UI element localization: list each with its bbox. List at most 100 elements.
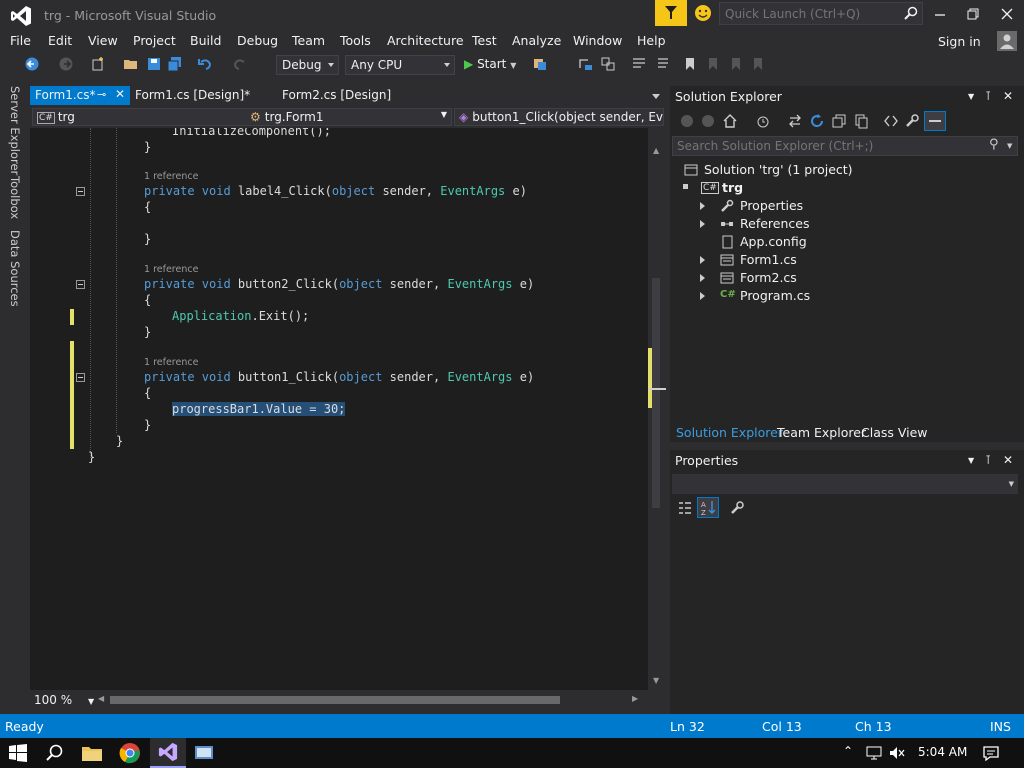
collapse-toggle-icon[interactable] (76, 280, 85, 289)
panel-menu-chevron-icon[interactable]: ▼ (968, 92, 974, 101)
taskbar-visual-studio-button[interactable] (150, 738, 186, 768)
collapsed-arrow-icon[interactable] (700, 220, 705, 228)
refresh-icon[interactable] (809, 113, 825, 129)
app-designer-icon[interactable] (193, 743, 215, 763)
configuration-dropdown[interactable]: Debug (276, 55, 339, 75)
show-hidden-icons-chevron-icon[interactable]: ⌃ (843, 744, 853, 758)
undo-icon[interactable] (197, 56, 213, 72)
class-dropdown[interactable]: ⚙ trg.Form1 ▼ (246, 108, 452, 126)
server-explorer-tab[interactable]: Server Explorer (8, 86, 22, 175)
uncomment-lines-icon[interactable] (654, 56, 670, 72)
collapsed-arrow-icon[interactable] (700, 292, 705, 300)
step-over-icon[interactable] (578, 56, 594, 72)
horizontal-scrollbar-thumb[interactable] (110, 696, 560, 704)
reference-codelens[interactable]: 1 reference (144, 264, 198, 275)
zoom-level[interactable]: 100 % ▼ (34, 693, 94, 707)
notifications-flag-icon[interactable] (655, 0, 687, 26)
tab-class-view[interactable]: Class View (861, 425, 928, 440)
home-icon[interactable] (722, 113, 738, 129)
data-sources-tab[interactable]: Data Sources (8, 230, 22, 307)
reference-codelens[interactable]: 1 reference (144, 171, 198, 182)
sync-with-document-icon[interactable] (787, 113, 803, 129)
selected-statement[interactable]: progressBar1.Value = 30; (172, 402, 346, 416)
action-center-icon[interactable] (982, 744, 1000, 762)
editor-vertical-scrollbar[interactable]: ▲ ▼ (648, 128, 666, 690)
navigate-back-icon[interactable] (24, 56, 40, 72)
alphabetical-sort-button[interactable]: AZ (697, 497, 719, 518)
scroll-down-icon[interactable]: ▼ (653, 676, 659, 685)
search-icon[interactable] (904, 6, 918, 20)
scroll-up-icon[interactable]: ▲ (653, 146, 659, 155)
quick-launch-box[interactable] (719, 2, 923, 25)
tab-form1-cs[interactable]: Form1.cs* ⊸ ✕ (30, 86, 130, 105)
pending-changes-filter-icon[interactable] (755, 113, 771, 129)
tab-overflow-chevron-icon[interactable] (652, 94, 660, 99)
menu-build[interactable]: Build (190, 33, 221, 48)
member-dropdown[interactable]: ◈ button1_Click(object sender, Eve (454, 108, 664, 126)
previous-bookmark-icon[interactable] (705, 56, 721, 72)
close-icon[interactable] (999, 6, 1015, 22)
collapsed-arrow-icon[interactable] (700, 274, 705, 282)
forward-icon[interactable] (701, 114, 715, 128)
code-area[interactable]: InitializeComponent(); } 1 reference pri… (30, 128, 648, 690)
menu-project[interactable]: Project (133, 33, 176, 48)
volume-muted-icon[interactable] (888, 745, 906, 761)
collapse-all-icon[interactable] (831, 113, 847, 129)
search-icon[interactable] (45, 743, 65, 763)
preview-selected-items-button[interactable] (924, 111, 946, 131)
chrome-icon[interactable] (119, 742, 141, 764)
solution-search-box[interactable]: ⚲ ▼ (672, 136, 1018, 156)
scroll-left-icon[interactable]: ◀ (98, 694, 104, 703)
solution-search-input[interactable] (673, 137, 983, 155)
menu-view[interactable]: View (88, 33, 118, 48)
reference-codelens[interactable]: 1 reference (144, 357, 198, 368)
network-icon[interactable] (865, 745, 883, 761)
open-file-icon[interactable] (123, 56, 139, 72)
categorized-icon[interactable] (677, 500, 693, 516)
project-node[interactable]: trg (722, 180, 743, 195)
tree-item-form1[interactable]: Form1.cs (740, 252, 797, 267)
tree-item-form2[interactable]: Form2.cs (740, 270, 797, 285)
file-explorer-icon[interactable] (81, 743, 103, 763)
search-options-chevron-icon[interactable]: ▼ (1007, 142, 1012, 150)
tree-item-app-config[interactable]: App.config (740, 234, 807, 249)
search-icon[interactable]: ⚲ (989, 137, 999, 152)
tab-form1-design[interactable]: Form1.cs [Design]* (130, 86, 255, 105)
scrollbar-thumb[interactable] (652, 278, 660, 508)
bookmark-icon[interactable] (682, 56, 698, 72)
object-selector-dropdown[interactable]: ▼ (672, 474, 1018, 494)
next-bookmark-icon[interactable] (728, 56, 744, 72)
windows-start-icon[interactable] (8, 743, 28, 763)
save-icon[interactable] (146, 56, 162, 72)
toolbox-tab[interactable]: Toolbox (8, 176, 22, 219)
menu-debug[interactable]: Debug (237, 33, 278, 48)
menu-file[interactable]: File (10, 33, 31, 48)
close-panel-icon[interactable]: ✕ (1003, 89, 1013, 103)
platform-dropdown[interactable]: Any CPU (345, 55, 455, 75)
properties-wrench-icon[interactable] (904, 113, 920, 129)
solution-node[interactable]: Solution 'trg' (1 project) (704, 162, 853, 177)
pin-icon[interactable]: ⊸ (97, 88, 106, 101)
tab-form2-design[interactable]: Form2.cs [Design] (277, 86, 396, 105)
quick-launch-input[interactable] (720, 3, 900, 24)
menu-architecture[interactable]: Architecture (387, 33, 464, 48)
menu-analyze[interactable]: Analyze (512, 33, 561, 48)
minimize-icon[interactable] (932, 6, 948, 22)
tab-team-explorer[interactable]: Team Explorer (777, 425, 866, 440)
start-debugging-button[interactable]: ▶ Start ▼ (464, 57, 516, 71)
code-editor[interactable]: InitializeComponent(); } 1 reference pri… (30, 128, 648, 690)
menu-help[interactable]: Help (637, 33, 666, 48)
collapsed-arrow-icon[interactable] (700, 202, 705, 210)
back-icon[interactable] (680, 114, 694, 128)
send-feedback-smiley-icon[interactable] (694, 4, 712, 22)
tree-item-program[interactable]: Program.cs (740, 288, 810, 303)
clear-bookmarks-icon[interactable] (750, 56, 766, 72)
panel-menu-chevron-icon[interactable]: ▼ (968, 456, 974, 465)
close-tab-icon[interactable]: ✕ (115, 87, 125, 101)
tree-item-references[interactable]: References (740, 216, 809, 231)
close-panel-icon[interactable]: ✕ (1003, 453, 1013, 467)
scroll-right-icon[interactable]: ▶ (632, 694, 638, 703)
comment-lines-icon[interactable] (631, 56, 647, 72)
collapse-toggle-icon[interactable] (76, 187, 85, 196)
collapse-toggle-icon[interactable] (76, 373, 85, 382)
